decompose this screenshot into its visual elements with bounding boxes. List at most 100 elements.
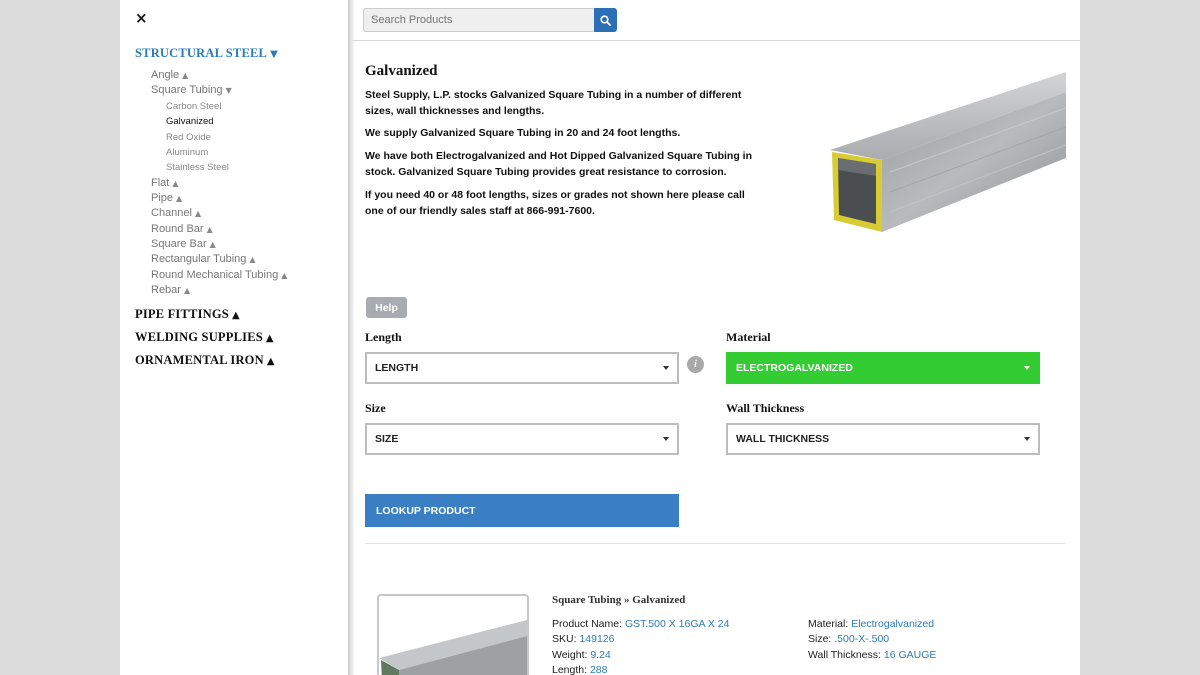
nav-rebar[interactable]: Rebar ▲ xyxy=(151,284,190,296)
caret-down-icon: ▼ xyxy=(270,49,278,60)
wall-thickness-select[interactable]: WALL THICKNESS xyxy=(726,423,1040,455)
nav-label: Square Bar xyxy=(151,238,207,250)
chevron-down-icon xyxy=(663,437,669,441)
category-sidebar: × STRUCTURAL STEEL ▼ Angle ▲ Square Tubing… xyxy=(120,0,350,675)
caret-up-icon: ▲ xyxy=(183,286,191,295)
description-paragraph: We have both Electrogalvanized and Hot D… xyxy=(365,150,752,178)
detail-weight: Weight: 9.24 xyxy=(552,649,611,661)
nav-label: Channel xyxy=(151,207,192,219)
detail-value-link[interactable]: 9.24 xyxy=(590,649,610,661)
nav-welding-supplies[interactable]: WELDING SUPPLIES ▲ xyxy=(135,330,274,345)
info-icon[interactable]: i xyxy=(687,356,704,373)
result-breadcrumb: Square Tubing » Galvanized xyxy=(552,594,686,606)
nav-round-bar[interactable]: Round Bar ▲ xyxy=(151,223,213,235)
section-divider xyxy=(365,543,1065,544)
header-divider xyxy=(352,40,1080,41)
product-thumbnail-image xyxy=(379,620,527,675)
length-label: Length xyxy=(365,330,402,344)
wall-thickness-select-value: WALL THICKNESS xyxy=(736,433,830,445)
material-select[interactable]: ELECTROGALVANIZED xyxy=(726,352,1040,384)
nav-label: WELDING SUPPLIES xyxy=(135,330,263,344)
length-select-value: LENGTH xyxy=(375,362,419,374)
caret-up-icon: ▲ xyxy=(172,179,179,188)
nav-label: STRUCTURAL STEEL xyxy=(135,46,268,60)
nav-label: Square Tubing xyxy=(151,84,223,96)
detail-key: Wall Thickness: xyxy=(808,649,884,661)
page-title: Galvanized xyxy=(365,63,438,79)
detail-size: Size: .500-X-.500 xyxy=(808,633,889,645)
nav-label: ORNAMENTAL IRON xyxy=(135,353,264,367)
detail-length: Length: 288 xyxy=(552,664,607,675)
detail-key: Material: xyxy=(808,618,852,630)
result-thumbnail[interactable] xyxy=(377,594,529,675)
nav-label: Rectangular Tubing xyxy=(151,253,247,265)
nav-pipe[interactable]: Pipe ▲ xyxy=(151,192,182,204)
caret-up-icon: ▲ xyxy=(182,71,189,80)
caret-up-icon: ▲ xyxy=(194,209,202,218)
size-select[interactable]: SIZE xyxy=(365,423,679,455)
search-input[interactable] xyxy=(363,8,595,32)
detail-sku: SKU: 149126 xyxy=(552,633,614,645)
main-content: Galvanized Steel Supply, L.P. stocks Gal… xyxy=(352,0,1080,675)
chevron-down-icon xyxy=(663,366,669,370)
description-paragraph: We supply Galvanized Square Tubing in 20… xyxy=(365,127,681,139)
nav-aluminum[interactable]: Aluminum xyxy=(166,147,208,158)
material-select-value: ELECTROGALVANIZED xyxy=(736,362,853,374)
length-select[interactable]: LENGTH xyxy=(365,352,679,384)
caret-up-icon: ▲ xyxy=(249,255,256,264)
nav-round-mechanical-tubing[interactable]: Round Mechanical Tubing ▲ xyxy=(151,269,287,281)
detail-value-link[interactable]: GST.500 X 16GA X 24 xyxy=(625,618,729,630)
detail-material: Material: Electrogalvanized xyxy=(808,618,934,630)
detail-key: Weight: xyxy=(552,649,591,661)
nav-square-bar[interactable]: Square Bar ▲ xyxy=(151,238,216,250)
detail-key: Product Name: xyxy=(552,618,625,630)
caret-down-icon: ▼ xyxy=(225,86,232,95)
nav-label: Angle xyxy=(151,69,180,81)
product-image xyxy=(830,72,1066,232)
detail-key: Length: xyxy=(552,664,590,675)
detail-value-link[interactable]: 149126 xyxy=(579,633,614,645)
nav-rectangular-tubing[interactable]: Rectangular Tubing ▲ xyxy=(151,253,256,265)
nav-galvanized[interactable]: Galvanized xyxy=(166,116,214,127)
nav-label: Rebar xyxy=(151,284,181,296)
nav-stainless-steel[interactable]: Stainless Steel xyxy=(166,162,229,173)
caret-up-icon: ▲ xyxy=(209,240,216,249)
caret-up-icon: ▲ xyxy=(265,333,274,344)
wall-thickness-label: Wall Thickness xyxy=(726,401,805,415)
nav-red-oxide[interactable]: Red Oxide xyxy=(166,132,211,143)
caret-up-icon: ▲ xyxy=(206,225,213,234)
lookup-product-button[interactable]: LOOKUP PRODUCT xyxy=(365,494,679,527)
chevron-down-icon xyxy=(1024,437,1030,441)
nav-label: PIPE FITTINGS xyxy=(135,307,229,321)
nav-channel[interactable]: Channel ▲ xyxy=(151,207,201,219)
nav-pipe-fittings[interactable]: PIPE FITTINGS ▲ xyxy=(135,307,240,322)
nav-angle[interactable]: Angle ▲ xyxy=(151,69,188,81)
nav-square-tubing[interactable]: Square Tubing ▼ xyxy=(151,84,232,96)
caret-up-icon: ▲ xyxy=(176,194,183,203)
detail-product-name: Product Name: GST.500 X 16GA X 24 xyxy=(552,618,729,630)
description-paragraph: If you need 40 or 48 foot lengths, sizes… xyxy=(365,189,745,217)
chevron-down-icon xyxy=(1024,366,1030,370)
nav-label: Pipe xyxy=(151,192,174,204)
nav-ornamental-iron[interactable]: ORNAMENTAL IRON ▲ xyxy=(135,353,275,368)
detail-key: SKU: xyxy=(552,633,580,645)
search-button[interactable] xyxy=(594,8,617,32)
detail-value-link[interactable]: Electrogalvanized xyxy=(851,618,934,630)
close-icon[interactable]: × xyxy=(135,9,148,27)
detail-wall-thickness: Wall Thickness: 16 GAUGE xyxy=(808,649,936,661)
nav-carbon-steel[interactable]: Carbon Steel xyxy=(166,101,221,112)
nav-flat[interactable]: Flat ▲ xyxy=(151,177,179,189)
size-label: Size xyxy=(365,401,386,415)
help-button[interactable]: Help xyxy=(366,297,407,318)
nav-label: Round Mechanical Tubing xyxy=(151,269,279,281)
detail-key: Size: xyxy=(808,633,835,645)
caret-up-icon: ▲ xyxy=(281,271,288,280)
detail-value-link[interactable]: 16 GAUGE xyxy=(884,649,937,661)
detail-value-link[interactable]: .500-X-.500 xyxy=(834,633,889,645)
detail-value-link[interactable]: 288 xyxy=(590,664,608,675)
nav-structural-steel[interactable]: STRUCTURAL STEEL ▼ xyxy=(135,46,278,61)
description-paragraph: Steel Supply, L.P. stocks Galvanized Squ… xyxy=(365,89,742,117)
caret-up-icon: ▲ xyxy=(231,310,240,321)
material-label: Material xyxy=(726,330,771,344)
page-frame: × STRUCTURAL STEEL ▼ Angle ▲ Square Tubing… xyxy=(120,0,1080,675)
